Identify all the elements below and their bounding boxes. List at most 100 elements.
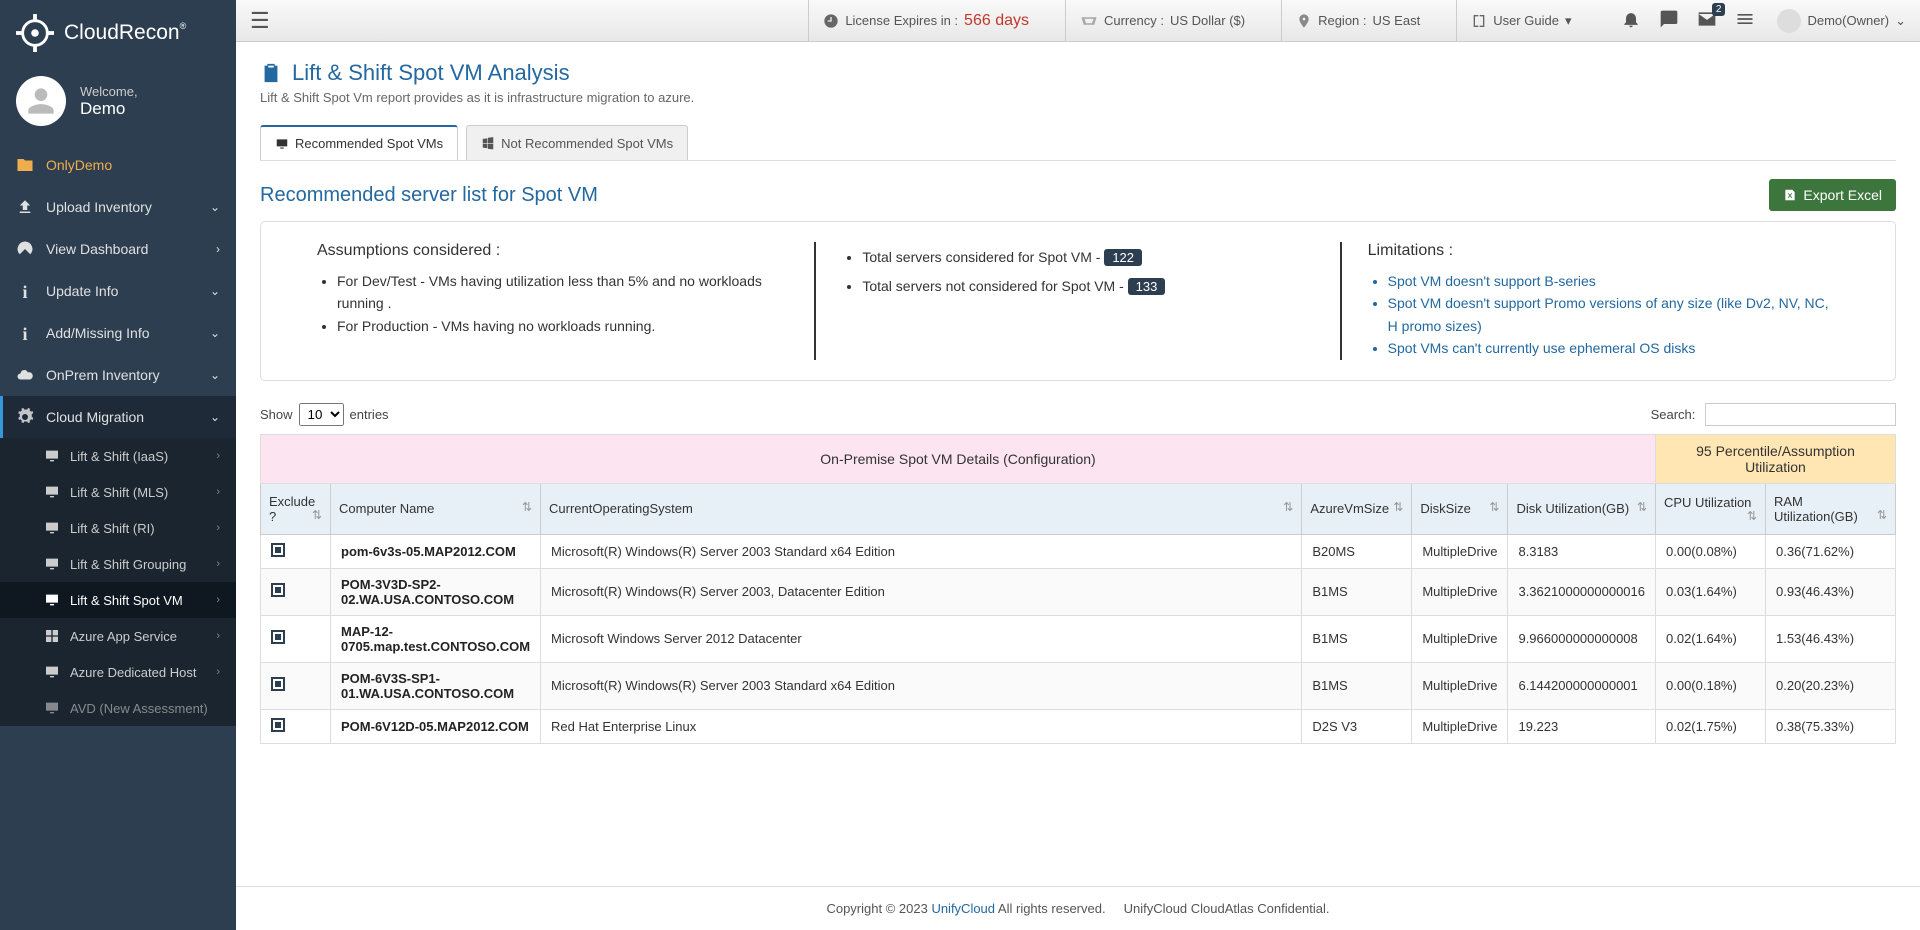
cpu-cell: 0.00(0.08%) bbox=[1656, 534, 1766, 568]
guide-label: User Guide bbox=[1493, 13, 1559, 28]
monitor-icon bbox=[44, 556, 60, 572]
mail-icon[interactable]: 2 bbox=[1697, 9, 1717, 32]
chevron-right-icon: › bbox=[216, 666, 220, 678]
nav-upload-inventory[interactable]: Upload Inventory ⌄ bbox=[0, 186, 236, 228]
main: ☰ License Expires in : 566 days Currency… bbox=[236, 0, 1920, 930]
totals-col: Total servers considered for Spot VM - 1… bbox=[816, 242, 1341, 360]
assumptions-col: Assumptions considered : For Dev/Test - … bbox=[291, 242, 816, 360]
region-value: US East bbox=[1373, 13, 1421, 28]
nav-label: OnPrem Inventory bbox=[46, 367, 160, 383]
totals-badge: 133 bbox=[1128, 278, 1166, 295]
sub-azure-app-service[interactable]: Azure App Service › bbox=[0, 618, 236, 654]
guide-chip[interactable]: User Guide ▾ bbox=[1456, 0, 1585, 41]
chevron-right-icon: › bbox=[216, 630, 220, 642]
nav-label: Upload Inventory bbox=[46, 199, 152, 215]
bell-icon[interactable] bbox=[1621, 9, 1641, 32]
checkbox-icon[interactable] bbox=[271, 543, 285, 557]
cpu-cell: 0.03(1.64%) bbox=[1656, 568, 1766, 615]
col-computer-name[interactable]: Computer Name⇅ bbox=[331, 483, 541, 534]
chevron-right-icon: › bbox=[216, 558, 220, 570]
unifycloud-link[interactable]: UnifyCloud bbox=[931, 901, 995, 916]
disk-cell: MultipleDrive bbox=[1412, 568, 1508, 615]
os-cell: Red Hat Enterprise Linux bbox=[541, 709, 1302, 743]
show-label: Show bbox=[260, 407, 293, 422]
sub-lift-shift-iaas[interactable]: Lift & Shift (IaaS)› bbox=[0, 438, 236, 474]
sub-label: Azure App Service bbox=[70, 629, 177, 644]
top-user-name: Demo(Owner) bbox=[1807, 13, 1889, 28]
currency-chip[interactable]: Currency : US Dollar ($) bbox=[1065, 0, 1259, 41]
avatar bbox=[16, 76, 66, 126]
col-ram-util[interactable]: RAM Utilization(GB)⇅ bbox=[1766, 483, 1896, 534]
export-label: Export Excel bbox=[1803, 187, 1882, 203]
region-chip[interactable]: Region : US East bbox=[1281, 0, 1434, 41]
page-title: Lift & Shift Spot VM Analysis bbox=[260, 60, 1896, 86]
topbar: ☰ License Expires in : 566 days Currency… bbox=[236, 0, 1920, 42]
sub-lift-shift-grouping[interactable]: Lift & Shift Grouping› bbox=[0, 546, 236, 582]
nav-label: Cloud Migration bbox=[46, 409, 144, 425]
limitation-item: Spot VMs can't currently use ephemeral O… bbox=[1388, 337, 1839, 359]
chevron-right-icon: › bbox=[216, 594, 220, 606]
du-cell: 6.144200000000001 bbox=[1508, 662, 1656, 709]
confidential-text: UnifyCloud CloudAtlas Confidential. bbox=[1124, 901, 1330, 916]
tab-not-recommended[interactable]: Not Recommended Spot VMs bbox=[466, 125, 688, 160]
hamburger-icon[interactable]: ☰ bbox=[250, 8, 270, 34]
col-vm-size[interactable]: AzureVmSize⇅ bbox=[1302, 483, 1412, 534]
brand-logo: CloudRecon® bbox=[0, 0, 236, 66]
top-user[interactable]: Demo(Owner) ⌄ bbox=[1777, 9, 1906, 33]
search-input[interactable] bbox=[1705, 403, 1896, 426]
sub-label: Lift & Shift (MLS) bbox=[70, 485, 168, 500]
exclude-cell[interactable] bbox=[261, 615, 331, 662]
checkbox-icon[interactable] bbox=[271, 677, 285, 691]
export-excel-button[interactable]: Export Excel bbox=[1769, 179, 1896, 211]
computer-name-cell: POM-6V12D-05.MAP2012.COM bbox=[331, 709, 541, 743]
sub-lift-shift-ri[interactable]: Lift & Shift (RI)› bbox=[0, 510, 236, 546]
license-label: License Expires in : bbox=[845, 13, 958, 28]
col-cpu-util[interactable]: CPU Utilization⇅ bbox=[1656, 483, 1766, 534]
avatar-small bbox=[1777, 9, 1801, 33]
limitations-heading: Limitations : bbox=[1368, 242, 1839, 260]
page-subtitle: Lift & Shift Spot Vm report provides as … bbox=[260, 90, 1896, 105]
exclude-cell[interactable] bbox=[261, 534, 331, 568]
tab-recommended[interactable]: Recommended Spot VMs bbox=[260, 125, 458, 160]
table-row: POM-3V3D-SP2-02.WA.USA.CONTOSO.COMMicros… bbox=[261, 568, 1896, 615]
sub-label: Lift & Shift (RI) bbox=[70, 521, 155, 536]
sub-azure-dedicated-host[interactable]: Azure Dedicated Host› bbox=[0, 654, 236, 690]
totals-considered: Total servers considered for Spot VM - 1… bbox=[862, 246, 1313, 269]
col-disk-size[interactable]: DiskSize⇅ bbox=[1412, 483, 1508, 534]
content: Lift & Shift Spot VM Analysis Lift & Shi… bbox=[236, 42, 1920, 886]
table-row: MAP-12-0705.map.test.CONTOSO.COMMicrosof… bbox=[261, 615, 1896, 662]
exclude-cell[interactable] bbox=[261, 568, 331, 615]
sub-nav: Lift & Shift (IaaS)› Lift & Shift (MLS)›… bbox=[0, 438, 236, 726]
col-os[interactable]: CurrentOperatingSystem⇅ bbox=[541, 483, 1302, 534]
entries-label: entries bbox=[350, 407, 389, 422]
currency-label: Currency : bbox=[1104, 13, 1164, 28]
checkbox-icon[interactable] bbox=[271, 583, 285, 597]
checkbox-icon[interactable] bbox=[271, 718, 285, 732]
mail-badge: 2 bbox=[1712, 3, 1726, 16]
checkbox-icon[interactable] bbox=[271, 630, 285, 644]
nav-cloud-migration[interactable]: Cloud Migration ⌄ bbox=[0, 396, 236, 438]
page-size-select[interactable]: 10 bbox=[299, 403, 344, 426]
info-icon: i bbox=[16, 324, 34, 342]
tab-label: Not Recommended Spot VMs bbox=[501, 136, 673, 151]
caret-down-icon: ⌄ bbox=[1895, 13, 1906, 29]
sub-lift-shift-spot-vm[interactable]: Lift & Shift Spot VM› bbox=[0, 582, 236, 618]
sub-lift-shift-mls[interactable]: Lift & Shift (MLS)› bbox=[0, 474, 236, 510]
nav-view-dashboard[interactable]: View Dashboard › bbox=[0, 228, 236, 270]
sub-avd-new-assessment[interactable]: AVD (New Assessment) bbox=[0, 690, 236, 726]
chat-icon[interactable] bbox=[1659, 9, 1679, 32]
nav-update-info[interactable]: i Update Info ⌄ bbox=[0, 270, 236, 312]
col-exclude[interactable]: Exclude ?⇅ bbox=[261, 483, 331, 534]
nav-folder-onlydemo[interactable]: OnlyDemo bbox=[0, 144, 236, 186]
nav-onprem-inventory[interactable]: OnPrem Inventory ⌄ bbox=[0, 354, 236, 396]
excel-icon bbox=[1783, 188, 1797, 202]
totals-label: Total servers considered for Spot VM - bbox=[862, 249, 1100, 265]
exclude-cell[interactable] bbox=[261, 662, 331, 709]
col-disk-util[interactable]: Disk Utilization(GB)⇅ bbox=[1508, 483, 1656, 534]
grid-icon bbox=[44, 628, 60, 644]
monitor-icon bbox=[44, 700, 60, 716]
exclude-cell[interactable] bbox=[261, 709, 331, 743]
limitation-item: Spot VM doesn't support B-series bbox=[1388, 270, 1839, 292]
menu-icon[interactable] bbox=[1735, 9, 1755, 32]
nav-add-missing-info[interactable]: i Add/Missing Info ⌄ bbox=[0, 312, 236, 354]
